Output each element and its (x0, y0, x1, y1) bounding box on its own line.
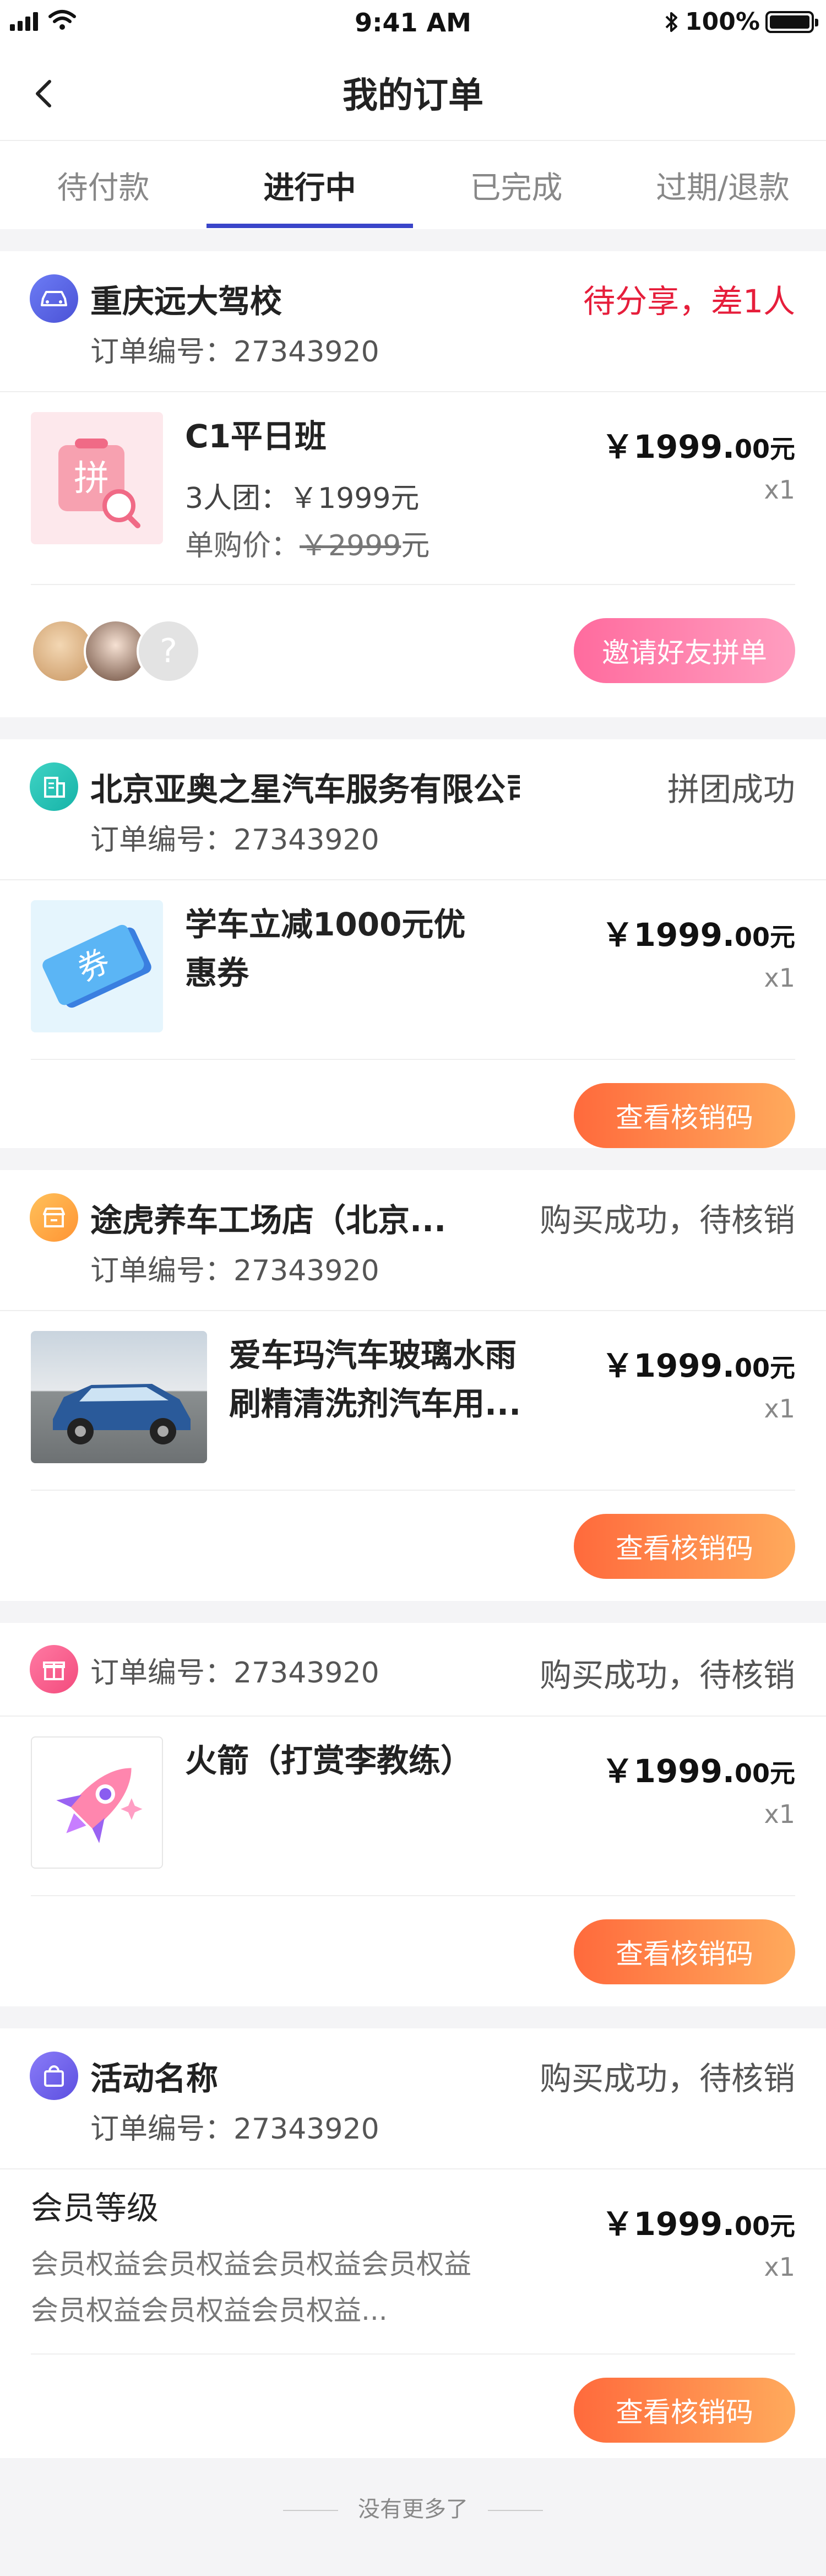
single-price-unit: 元 (401, 529, 430, 562)
order-item[interactable]: 火箭（打赏李教练） ￥1999.00元 x1 (31, 1717, 795, 1896)
order-card[interactable]: 途虎养车工场店（北京... 订单编号：27343920 购买成功，待核销 爱车玛… (0, 1148, 826, 1601)
order-actions: 查看核销码 (0, 1896, 826, 2006)
item-price: ￥1999.00元 (601, 428, 795, 466)
item-quantity: x1 (764, 2252, 796, 2282)
shopping-bag-icon (30, 2052, 78, 2100)
item-title: C1平日班 (185, 418, 327, 455)
order-card[interactable]: 北京亚奥之星汽车服务有限公司 订单编号：27343920 拼团成功 券 学车立减… (0, 717, 826, 1148)
product-image (31, 1331, 207, 1463)
order-number: 订单编号：27343920 (90, 335, 379, 369)
order-header: 途虎养车工场店（北京... 订单编号：27343920 购买成功，待核销 (0, 1170, 826, 1311)
group-buy-icon: 拼 (31, 412, 163, 544)
svg-text:拼: 拼 (74, 458, 109, 499)
order-header: 订单编号：27343920 购买成功，待核销 (0, 1623, 826, 1717)
view-redeem-code-button[interactable]: 查看核销码 (574, 2378, 795, 2443)
battery-icon (765, 10, 818, 33)
order-number: 订单编号：27343920 (90, 1254, 379, 1287)
order-header: 重庆远大驾校 订单编号：27343920 待分享，差1人 (0, 251, 826, 392)
order-status: 拼团成功 (667, 771, 795, 808)
tab-completed[interactable]: 已完成 (413, 141, 620, 229)
page-title: 我的订单 (343, 75, 483, 116)
view-redeem-code-button[interactable]: 查看核销码 (574, 1083, 795, 1148)
tab-expired-refund[interactable]: 过期/退款 (620, 141, 826, 229)
view-redeem-code-button[interactable]: 查看核销码 (574, 1514, 795, 1579)
order-status: 购买成功，待核销 (539, 1202, 795, 1239)
order-item[interactable]: 拼 C1平日班 3人团：￥1999元 单购价：￥2999元 ￥1999.00元 … (31, 392, 795, 585)
item-title: 学车立减1000元优 惠券 (185, 906, 466, 992)
building-icon (30, 762, 78, 811)
rocket-icon (31, 1736, 163, 1869)
view-redeem-code-button[interactable]: 查看核销码 (574, 1919, 795, 1984)
item-title: 火箭（打赏李教练） (185, 1742, 473, 1779)
gift-icon (30, 1645, 78, 1693)
single-price-label: 单购价： (185, 529, 300, 562)
item-quantity: x1 (764, 1799, 796, 1829)
bluetooth-icon (665, 12, 678, 32)
order-item[interactable]: 爱车玛汽车玻璃水雨 刷精清洗剂汽车用... ￥1999.00元 x1 (31, 1311, 795, 1491)
order-number: 订单编号：27343920 (90, 1657, 379, 1690)
item-quantity: x1 (764, 963, 796, 993)
order-number: 订单编号：27343920 (90, 2113, 379, 2146)
nav-bar: 我的订单 (0, 50, 826, 141)
item-title: 爱车玛汽车玻璃水雨 刷精清洗剂汽车用... (229, 1336, 521, 1422)
store-icon (30, 1193, 78, 1242)
no-more-text: 没有更多了 (263, 2497, 563, 2522)
item-quantity: x1 (764, 475, 796, 505)
order-number: 订单编号：27343920 (90, 824, 379, 857)
empty-avatar-icon: ? (137, 619, 200, 683)
order-actions: 查看核销码 (0, 1491, 826, 1601)
item-price: ￥1999.00元 (601, 1752, 795, 1790)
order-header: 活动名称 订单编号：27343920 购买成功，待核销 (0, 2028, 826, 2169)
order-card[interactable]: 重庆远大驾校 订单编号：27343920 待分享，差1人 拼 C1平日班 3人团… (0, 251, 826, 717)
order-item[interactable]: 会员等级 会员权益会员权益会员权益会员权益 会员权益会员权益会员权益... ￥1… (31, 2169, 795, 2355)
item-title: 会员等级 (31, 2189, 159, 2227)
order-header: 北京亚奥之星汽车服务有限公司 订单编号：27343920 拼团成功 (0, 739, 826, 880)
status-right: 100% (664, 8, 818, 36)
order-status: 待分享，差1人 (583, 283, 795, 320)
shop-name: 北京亚奥之星汽车服务有限公司 (90, 771, 520, 808)
tab-pending-payment[interactable]: 待付款 (0, 141, 206, 229)
battery-percent: 100% (685, 8, 760, 36)
car-icon (30, 274, 78, 323)
order-actions: ? 邀请好友拼单 (0, 585, 826, 717)
order-status: 购买成功，待核销 (539, 2060, 795, 2097)
shop-name: 途虎养车工场店（北京... (90, 1202, 447, 1239)
item-price: ￥1999.00元 (601, 916, 795, 954)
order-tabs: 待付款 进行中 已完成 过期/退款 (0, 141, 826, 229)
order-card[interactable]: 订单编号：27343920 购买成功，待核销 火箭（打赏李教练） ￥1999.0… (0, 1601, 826, 2006)
item-quantity: x1 (764, 1394, 796, 1424)
shop-name: 重庆远大驾校 (90, 283, 282, 320)
group-price: 3人团：￥1999元 (185, 482, 420, 515)
invite-friends-button[interactable]: 邀请好友拼单 (574, 618, 795, 683)
order-actions: 查看核销码 (0, 2355, 826, 2465)
item-price: ￥1999.00元 (601, 1347, 795, 1384)
order-item[interactable]: 券 学车立减1000元优 惠券 ￥1999.00元 x1 (31, 880, 795, 1060)
shop-name: 活动名称 (90, 2060, 219, 2097)
coupon-icon: 券 (31, 900, 163, 1032)
list-end-indicator: 没有更多了 (0, 2458, 826, 2576)
single-price: ￥2999 (300, 529, 401, 562)
tab-in-progress[interactable]: 进行中 (206, 141, 413, 229)
single-price-row: 单购价：￥2999元 (185, 522, 430, 564)
status-bar: 9:41 AM 100% (0, 0, 826, 50)
item-price: ￥1999.00元 (601, 2205, 795, 2243)
group-members: ? (31, 619, 200, 683)
order-status: 购买成功，待核销 (539, 1657, 795, 1694)
item-description: 会员权益会员权益会员权益会员权益 会员权益会员权益会员权益... (31, 2248, 471, 2326)
order-card[interactable]: 活动名称 订单编号：27343920 购买成功，待核销 会员等级 会员权益会员权… (0, 2006, 826, 2458)
